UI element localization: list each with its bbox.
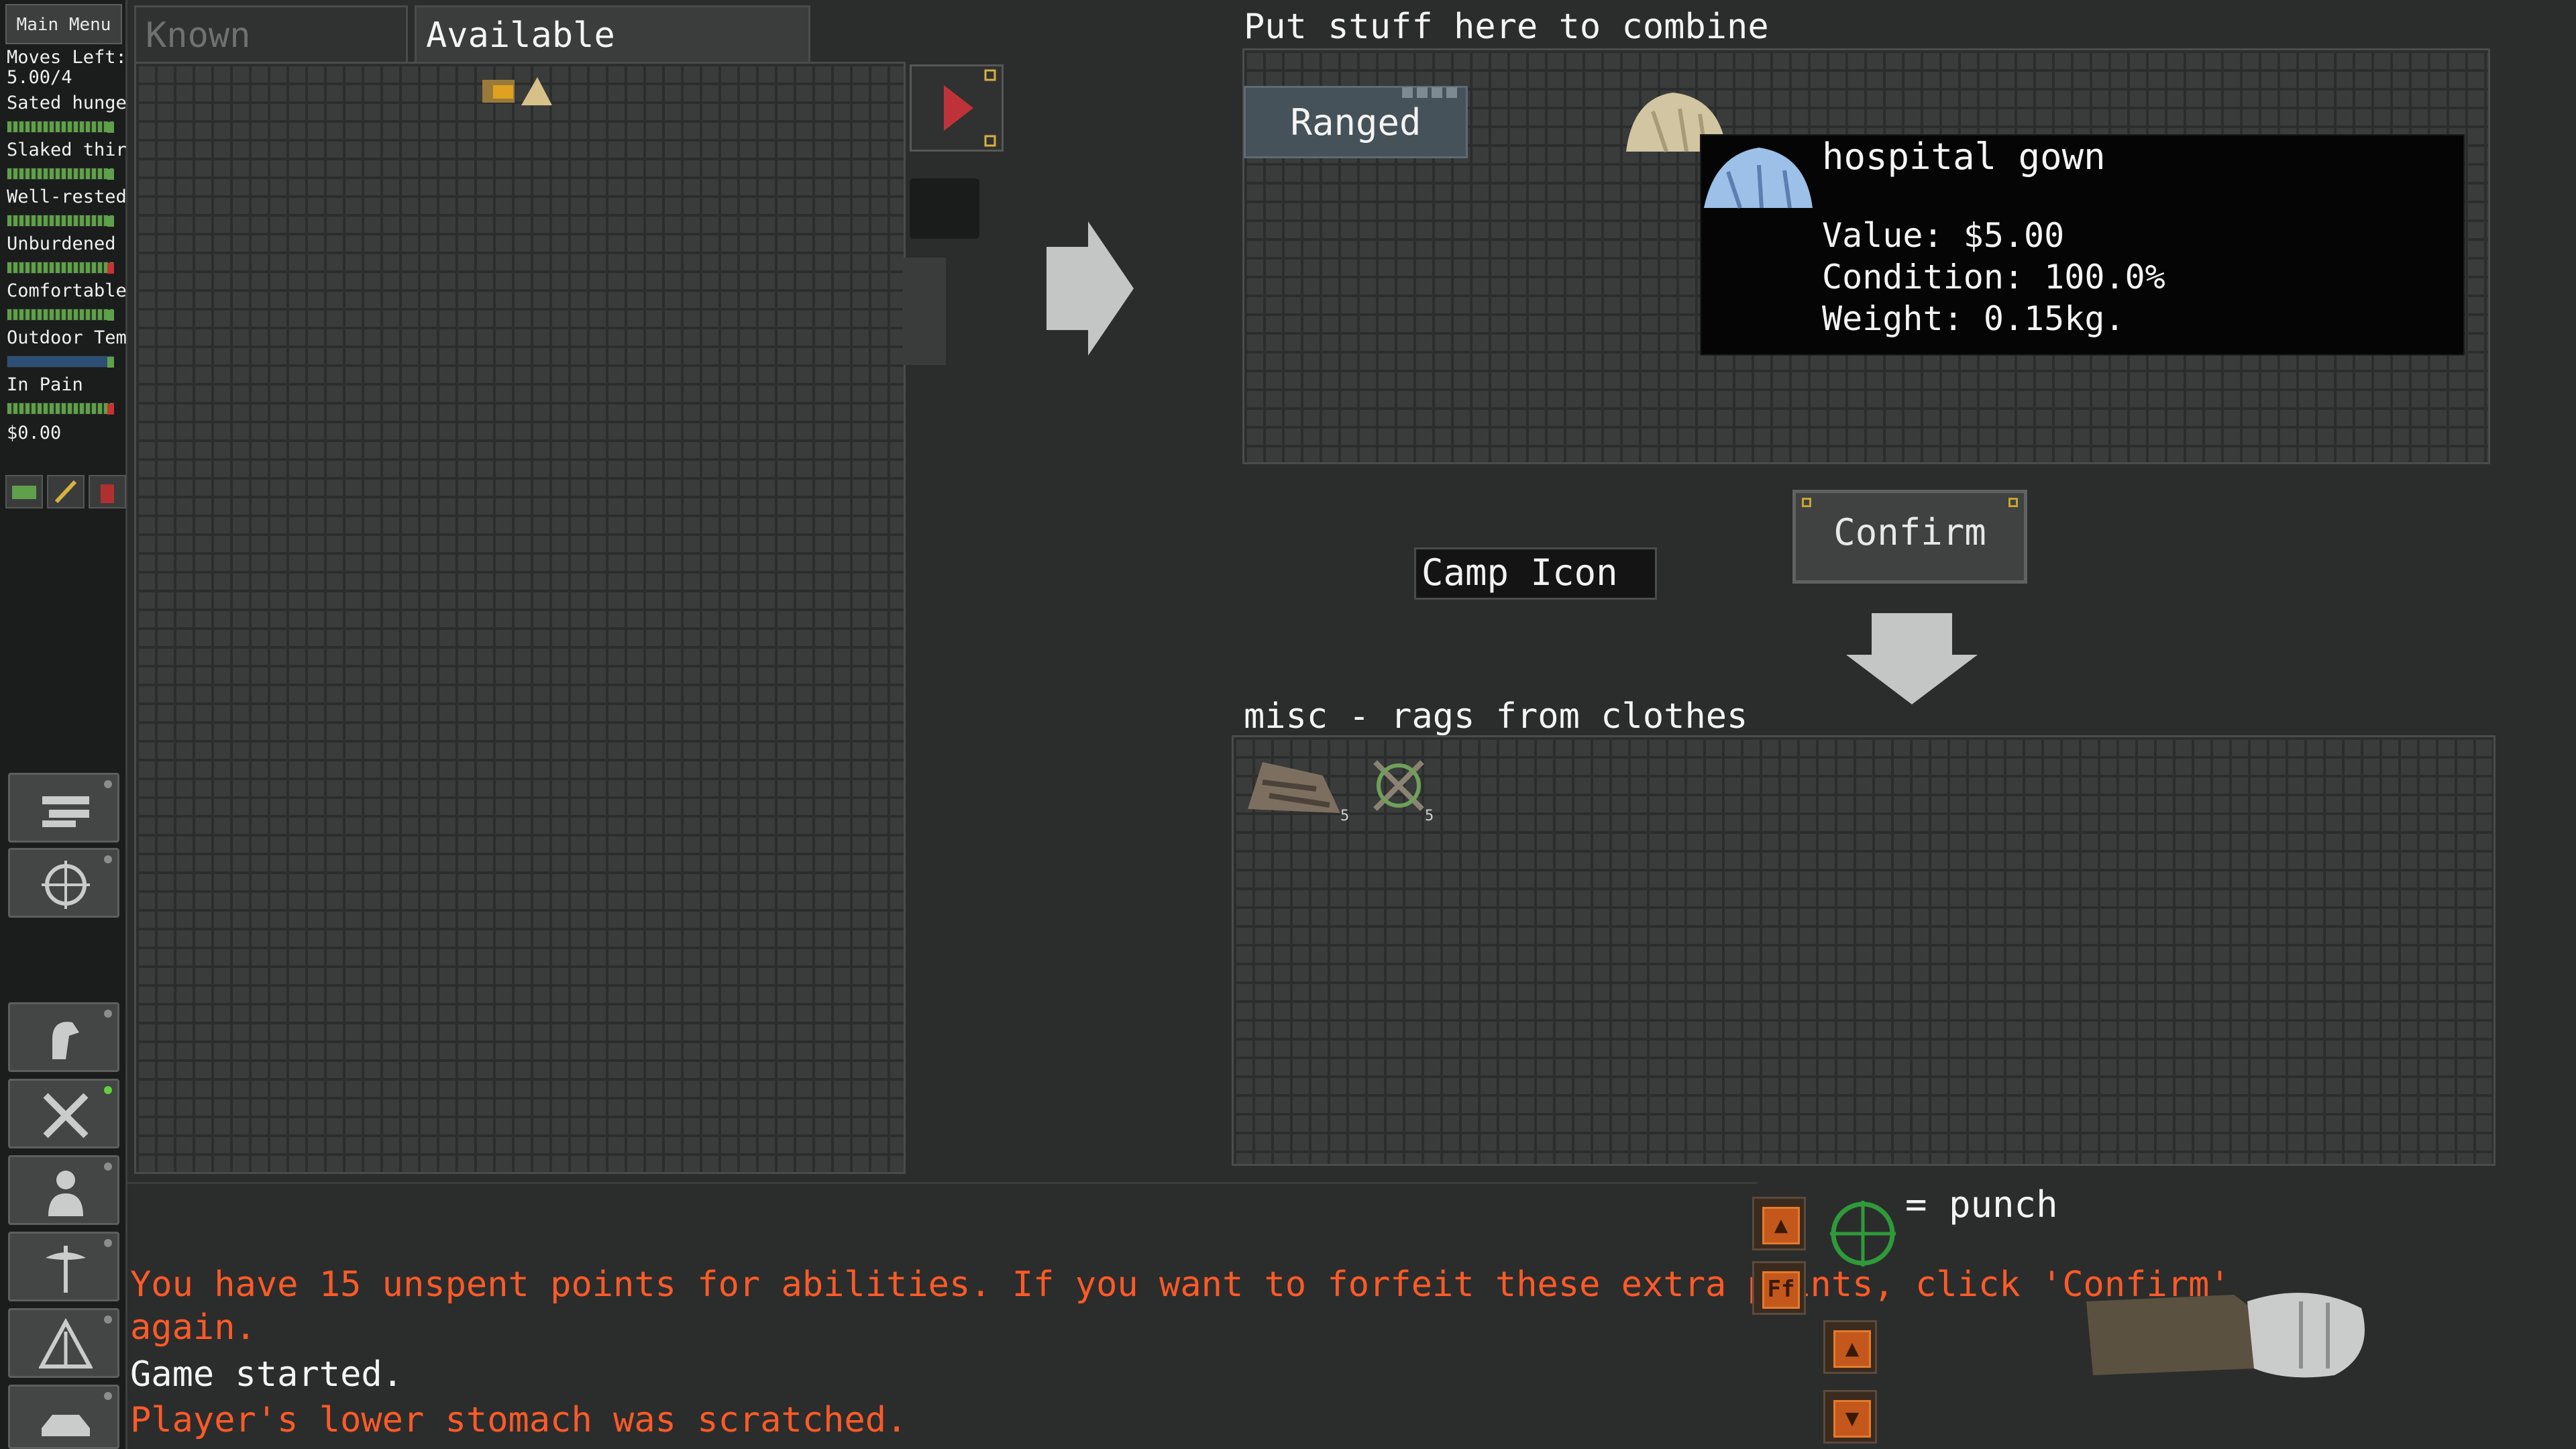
person-icon	[48, 1171, 83, 1216]
stat-indicator	[107, 310, 114, 321]
ingredients-grid[interactable]	[134, 62, 906, 1174]
log-line: Player's lower stomach was scratched.	[130, 1400, 908, 1440]
stat-bar-comfort	[7, 309, 114, 321]
inventory-button[interactable]	[8, 773, 119, 843]
message-log: You have 15 unspent points for abilities…	[127, 1182, 2231, 1449]
rags-icon	[1248, 762, 1340, 813]
log-line: Game started.	[130, 1354, 403, 1395]
equipped-weapon[interactable]	[2086, 1275, 2375, 1395]
tooltip-value: Value: $5.00	[1822, 216, 2065, 255]
pencil-icon[interactable]	[47, 475, 85, 508]
stat-label-rest: Well-rested	[7, 186, 127, 207]
scrollbar-track[interactable]	[903, 258, 946, 365]
fist-icon	[2086, 1293, 2365, 1378]
tent-icon	[39, 1318, 93, 1368]
stat-label-hunger: Sated hunge	[7, 93, 127, 113]
trash-icon[interactable]	[89, 475, 126, 508]
status-sidebar: Main Menu Moves Left: 5.00/4 Sated hunge…	[0, 0, 127, 1449]
stat-bar-hunger	[7, 121, 114, 133]
corner-marker	[1802, 498, 1811, 507]
money-label: $0.00	[7, 423, 62, 443]
main-menu-button[interactable]: Main Menu	[5, 4, 122, 44]
abilities-button[interactable]	[8, 1002, 119, 1072]
crafting-button[interactable]	[8, 1079, 119, 1148]
log-filter-button[interactable]: Ff	[1752, 1261, 1806, 1315]
scrap-items-icon	[482, 77, 552, 105]
scroll-handle[interactable]	[910, 178, 979, 239]
camp-button[interactable]	[8, 1308, 119, 1378]
character-button[interactable]	[8, 1155, 119, 1225]
camp-icon-field[interactable]: Camp Icon	[1414, 547, 1657, 600]
corner-marker	[2008, 498, 2018, 507]
result-item[interactable]: 5	[1242, 749, 1350, 824]
stat-indicator	[107, 404, 114, 415]
stat-bar-thirst	[7, 168, 114, 180]
arrow-up-icon: ▲	[1833, 1330, 1871, 1368]
stat-label-comfort: Comfortable	[7, 280, 127, 301]
medical-button[interactable]	[8, 1232, 119, 1301]
log-line: You have 15 unspent points for abilities…	[130, 1265, 2231, 1305]
map-icon[interactable]	[5, 475, 43, 508]
caduceus-icon	[46, 1246, 86, 1293]
category-indicator	[1402, 87, 1460, 98]
stat-indicator	[107, 357, 114, 368]
item-tooltip: hospital gown Value: $5.00 Condition: 10…	[1700, 134, 2465, 356]
stat-indicator	[107, 263, 114, 274]
ingredient-item[interactable]	[480, 70, 555, 111]
result-title: misc - rags from clothes	[1244, 696, 1748, 737]
stat-label-burden: Unburdened	[7, 233, 116, 254]
result-item-qty: 5	[1425, 808, 1434, 824]
attack-label: = punch	[1905, 1183, 2058, 1226]
tooltip-condition: Condition: 100.0%	[1822, 258, 2165, 297]
arrow-up-icon: ▲	[1762, 1207, 1800, 1244]
tab-available-ingredients[interactable]: Available Ingredients	[415, 5, 810, 112]
arrow-down-icon: ▼	[1833, 1400, 1871, 1438]
moves-left-label: Moves Left:	[7, 47, 127, 68]
crosshair-icon	[42, 861, 90, 909]
flexed-arm-icon	[52, 1022, 79, 1059]
result-item-qty: 5	[1340, 808, 1350, 824]
play-icon	[944, 69, 996, 147]
moves-left-value: 5.00/4	[7, 67, 72, 88]
log-scroll-up-button[interactable]: ▲	[1752, 1197, 1806, 1250]
gown-icon	[1701, 138, 1815, 212]
stat-label-pain: In Pain	[7, 374, 83, 395]
arrow-down-icon	[1846, 613, 1978, 707]
stat-label-temperature: Outdoor Tem	[7, 327, 127, 348]
stat-indicator	[107, 216, 114, 227]
car-icon	[42, 1415, 90, 1436]
play-recipe-button[interactable]	[910, 64, 1004, 152]
stat-label-thirst: Slaked thirst	[7, 140, 127, 160]
tools-icon	[43, 1093, 89, 1138]
stat-indicator	[107, 122, 114, 133]
stat-bar-temperature	[7, 356, 114, 368]
attack-mode-button[interactable]	[1826, 1197, 1900, 1271]
tab-known-recipes[interactable]: Known Recipes	[134, 5, 408, 112]
tooltip-weight: Weight: 0.15kg.	[1822, 299, 2125, 338]
arrow-right-icon	[1046, 221, 1134, 358]
result-item[interactable]: 5	[1362, 749, 1436, 824]
stat-bar-rest	[7, 215, 114, 227]
crosshair-icon	[1830, 1201, 1896, 1267]
target-button[interactable]	[8, 848, 119, 918]
scroll-down-button[interactable]: ▼	[1823, 1390, 1877, 1444]
stat-indicator	[107, 169, 114, 180]
confirm-button[interactable]: Confirm	[1792, 490, 2027, 584]
log-line: again.	[130, 1307, 256, 1348]
combine-title: Put stuff here to combine	[1244, 7, 1769, 47]
tooltip-name: hospital gown	[1822, 136, 2106, 178]
stat-bar-pain	[7, 402, 114, 415]
stat-bar-burden	[7, 262, 114, 274]
scroll-up-button[interactable]: ▲	[1823, 1320, 1877, 1374]
inventory-icon	[42, 796, 89, 827]
vehicle-button[interactable]	[8, 1385, 119, 1449]
filter-label: Ff	[1762, 1271, 1800, 1309]
